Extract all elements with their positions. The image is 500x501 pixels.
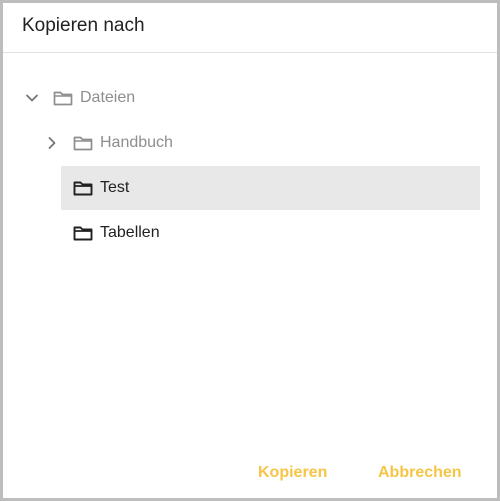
tree-item-dateien[interactable]: Dateien bbox=[3, 76, 497, 120]
copy-to-dialog: Kopieren nach Dateien Handbuch Test Tabe… bbox=[0, 0, 500, 501]
dialog-title: Kopieren nach bbox=[22, 15, 145, 36]
folder-icon bbox=[73, 181, 93, 196]
tree-item-label: Handbuch bbox=[100, 134, 173, 151]
tree-item-test[interactable]: Test bbox=[61, 166, 480, 210]
copy-button[interactable]: Kopieren bbox=[258, 458, 327, 488]
folder-icon bbox=[53, 91, 73, 106]
tree-item-label: Dateien bbox=[80, 89, 136, 106]
tree-item-label: Test bbox=[100, 179, 130, 196]
tree-item-handbuch[interactable]: Handbuch bbox=[3, 121, 497, 165]
folder-icon bbox=[73, 226, 93, 241]
chevron-down-icon[interactable] bbox=[24, 90, 40, 106]
chevron-right-icon[interactable] bbox=[44, 135, 60, 151]
tree-item-tabellen[interactable]: Tabellen bbox=[61, 211, 480, 255]
cancel-button[interactable]: Abbrechen bbox=[378, 458, 462, 488]
dialog-actions: Kopieren Abbrechen bbox=[3, 458, 497, 488]
tree-item-label: Tabellen bbox=[100, 224, 160, 241]
dialog-header: Kopieren nach bbox=[3, 3, 497, 53]
folder-icon bbox=[73, 136, 93, 151]
